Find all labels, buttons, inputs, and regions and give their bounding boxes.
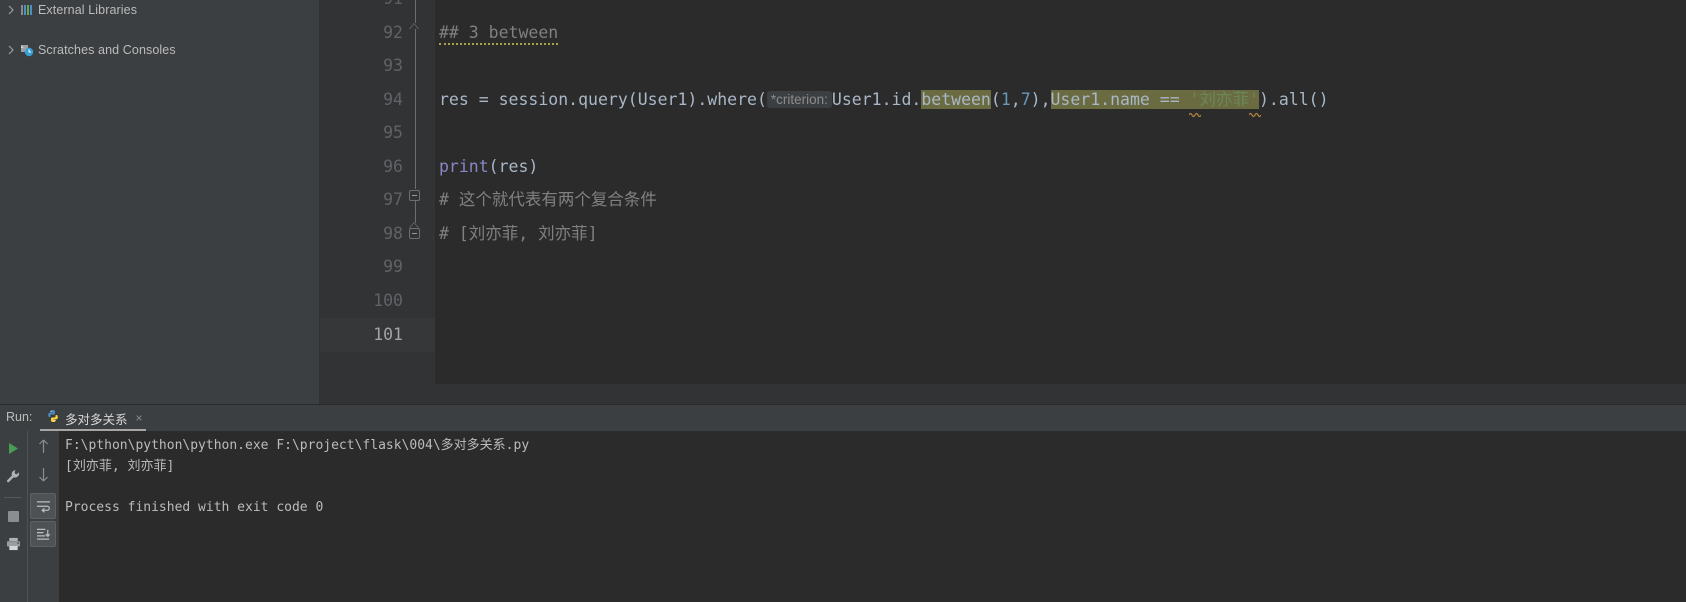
console-output[interactable]: F:\pthon\python\python.exe F:\project\fl…	[59, 431, 1686, 602]
code-token-comment: ## 3 between	[439, 23, 559, 45]
code-token: ,	[1010, 90, 1021, 109]
console-line: [刘亦菲, 刘亦菲]	[65, 458, 175, 474]
soft-wrap-button[interactable]	[30, 493, 56, 519]
code-line-98[interactable]: # [刘亦菲, 刘亦菲]	[439, 217, 598, 251]
run-header: Run: 多对多关系 ×	[0, 405, 1686, 431]
code-token: session	[498, 90, 569, 109]
code-token: ,	[1040, 90, 1051, 109]
code-line-92[interactable]: ## 3 between	[439, 16, 559, 50]
fold-region-line	[414, 0, 416, 23]
code-token-highlighted: .	[1100, 90, 1111, 109]
line-number: 98	[383, 224, 403, 243]
run-toolbar-left	[0, 431, 27, 602]
arrow-down-button[interactable]	[30, 461, 56, 487]
scratches-icon	[18, 42, 36, 58]
settings-button[interactable]	[0, 463, 26, 489]
code-token: id	[891, 90, 912, 109]
close-icon[interactable]: ×	[136, 412, 143, 424]
run-toolbar-right	[27, 431, 59, 602]
code-line-96[interactable]: print(res)	[439, 150, 538, 184]
code-token: )	[687, 90, 698, 109]
code-token-highlighted: between	[921, 90, 991, 109]
run-tool-window: Run: 多对多关系 × F:\pthon\python\python.exe …	[0, 404, 1686, 602]
libraries-icon	[18, 2, 36, 18]
line-number: 95	[383, 123, 403, 142]
code-token-number: 7	[1020, 90, 1031, 109]
code-token: ()	[1308, 90, 1329, 109]
scroll-to-end-button[interactable]	[30, 521, 56, 547]
code-line-97[interactable]: # 这个就代表有两个复合条件	[439, 183, 657, 217]
inlay-hint-criterion: *criterion:	[766, 91, 832, 108]
line-number: 96	[383, 157, 403, 176]
line-number: 93	[383, 56, 403, 75]
line-number: 91	[333, 0, 403, 16]
print-button[interactable]	[0, 531, 26, 557]
code-token: (	[756, 90, 767, 109]
code-token: (	[627, 90, 638, 109]
line-number: 92	[383, 23, 403, 42]
console-line: F:\pthon\python\python.exe F:\project\fl…	[65, 438, 530, 453]
error-squiggle	[1188, 104, 1202, 118]
code-token-highlighted: User1	[1050, 90, 1101, 109]
sidebar-item-external-libraries[interactable]: External Libraries	[0, 0, 319, 20]
code-token-comment: # 这个就代表有两个复合条件	[439, 190, 657, 209]
editor-gutter-bottom	[320, 384, 1686, 404]
code-token: .	[911, 90, 922, 109]
pycharm-window: External Libraries Scratches and Console…	[0, 0, 1686, 602]
code-token-builtin: print	[439, 157, 489, 176]
chevron-right-icon[interactable]	[4, 43, 18, 57]
project-tool-window[interactable]: External Libraries Scratches and Console…	[0, 0, 320, 404]
code-token: User1	[637, 90, 688, 109]
sidebar-label-external-libraries: External Libraries	[38, 3, 138, 17]
code-token-highlighted: ==	[1159, 90, 1190, 109]
code-token: )	[528, 157, 539, 176]
code-token: )	[1030, 90, 1041, 109]
error-squiggle	[1248, 104, 1262, 118]
code-token: where	[707, 90, 757, 109]
run-tab[interactable]: 多对多关系 ×	[40, 405, 149, 431]
code-token: .	[568, 90, 579, 109]
run-label: Run:	[6, 410, 33, 424]
fold-region-line	[414, 201, 416, 223]
code-token: (	[488, 157, 499, 176]
line-number: 94	[383, 90, 403, 109]
code-token-highlighted: name	[1110, 90, 1160, 109]
rerun-button[interactable]	[0, 435, 26, 461]
sidebar-label-scratches-and-consoles: Scratches and Consoles	[38, 43, 176, 57]
code-token: (	[990, 90, 1001, 109]
code-token: res	[439, 90, 479, 109]
code-token: .	[1268, 90, 1279, 109]
code-token: res	[498, 157, 529, 176]
chevron-right-icon[interactable]	[4, 3, 18, 17]
line-number: 97	[383, 190, 403, 209]
code-token: =	[478, 90, 499, 109]
code-token: query	[578, 90, 628, 109]
code-token-comment: # [刘亦菲, 刘亦菲]	[439, 224, 598, 243]
fold-marker-icon[interactable]	[409, 228, 420, 239]
arrow-up-button[interactable]	[30, 433, 56, 459]
sidebar-item-scratches-and-consoles[interactable]: Scratches and Consoles	[0, 40, 319, 60]
code-token: all	[1278, 90, 1309, 109]
fold-region-line	[414, 29, 416, 189]
fold-marker-icon[interactable]	[409, 190, 420, 201]
code-text-area[interactable]: ## 3 between res = session.query(User1).…	[435, 0, 1686, 384]
stop-button[interactable]	[0, 503, 26, 529]
line-number-current: 101	[373, 325, 403, 344]
code-token: .	[881, 90, 892, 109]
code-token-number: 1	[1000, 90, 1011, 109]
toolbar-divider	[4, 497, 22, 498]
code-token: .	[697, 90, 708, 109]
code-token: User1	[831, 90, 882, 109]
editor-area: External Libraries Scratches and Console…	[0, 0, 1686, 404]
line-number: 100	[373, 291, 403, 310]
run-tab-title: 多对多关系	[65, 412, 128, 427]
python-file-icon	[46, 409, 60, 428]
code-editor[interactable]: 91 92 93 94 95 96 97 98 99 100 101	[320, 0, 1686, 404]
console-line: Process finished with exit code 0	[65, 499, 324, 515]
line-number: 99	[383, 257, 403, 276]
